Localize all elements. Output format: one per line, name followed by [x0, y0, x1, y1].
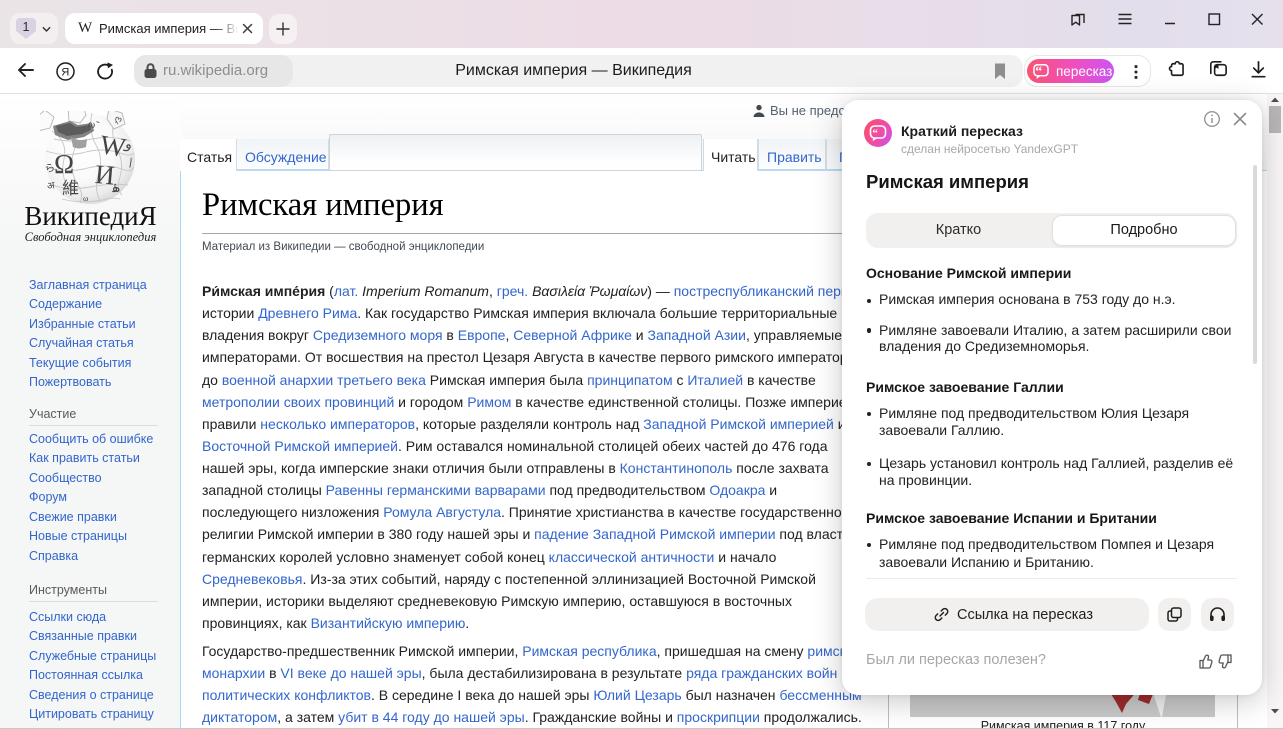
svg-text:ۿ: ۿ: [111, 180, 120, 196]
svg-text:“: “: [872, 128, 878, 140]
svg-text:W: W: [98, 129, 128, 163]
svg-text:Я: Я: [61, 66, 69, 78]
svg-text:“: “: [1035, 64, 1042, 79]
svg-text:維: 維: [62, 179, 79, 198]
svg-text:Ω: Ω: [54, 149, 74, 179]
